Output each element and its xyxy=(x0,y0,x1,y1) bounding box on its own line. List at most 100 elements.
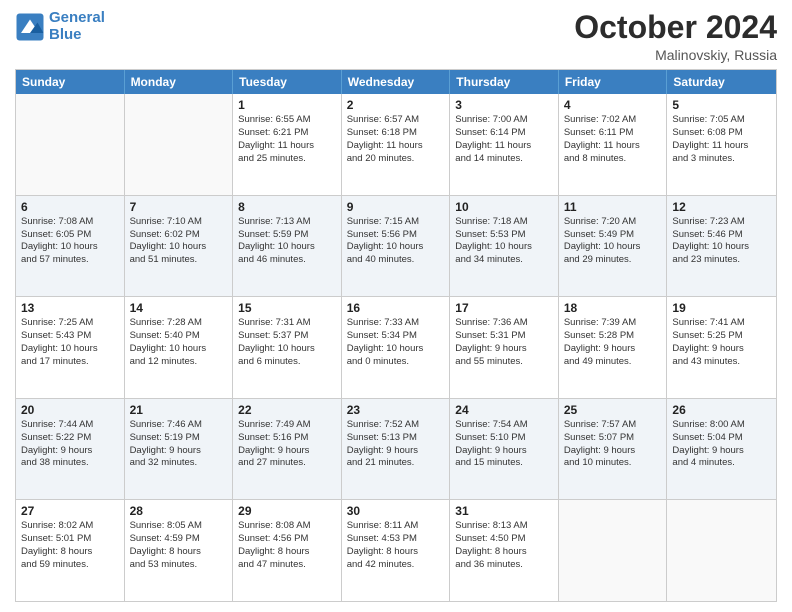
cal-cell-2-1: 14 Sunrise: 7:28 AM Sunset: 5:40 PM Dayli… xyxy=(125,297,234,398)
day-number: 6 xyxy=(21,200,119,214)
cal-cell-0-1 xyxy=(125,94,234,195)
day-number: 26 xyxy=(672,403,771,417)
day-number: 20 xyxy=(21,403,119,417)
weekday-header-saturday: Saturday xyxy=(667,70,776,94)
weekday-header-wednesday: Wednesday xyxy=(342,70,451,94)
day-number: 1 xyxy=(238,98,336,112)
calendar-row-4: 27Sunrise: 8:02 AM Sunset: 5:01 PM Dayli… xyxy=(16,499,776,601)
cal-cell-3-5: 25 Sunrise: 7:57 AM Sunset: 5:07 PM Dayli… xyxy=(559,399,668,500)
cal-cell-4-5 xyxy=(559,500,668,601)
day-detail: Sunrise: 7:23 AM Sunset: 5:46 PM Dayligh… xyxy=(672,216,771,267)
month-title: October 2024 xyxy=(574,10,777,45)
day-number: 10 xyxy=(455,200,553,214)
cal-cell-0-6: 5 Sunrise: 7:05 AM Sunset: 6:08 PM Daylig… xyxy=(667,94,776,195)
header: General Blue October 2024 Malinovskiy, R… xyxy=(15,10,777,63)
day-number: 31 xyxy=(455,504,553,518)
day-number: 7 xyxy=(130,200,228,214)
calendar-row-0: 1 Sunrise: 6:55 AM Sunset: 6:21 PM Daylig… xyxy=(16,94,776,195)
location: Malinovskiy, Russia xyxy=(574,47,777,63)
cal-cell-2-0: 13 Sunrise: 7:25 AM Sunset: 5:43 PM Dayli… xyxy=(16,297,125,398)
cal-cell-3-1: 21Sunrise: 7:46 AM Sunset: 5:19 PM Dayli… xyxy=(125,399,234,500)
calendar-row-2: 13 Sunrise: 7:25 AM Sunset: 5:43 PM Dayli… xyxy=(16,296,776,398)
cal-cell-4-4: 31Sunrise: 8:13 AM Sunset: 4:50 PM Dayli… xyxy=(450,500,559,601)
cal-cell-0-0 xyxy=(16,94,125,195)
day-number: 9 xyxy=(347,200,445,214)
day-number: 24 xyxy=(455,403,553,417)
day-number: 30 xyxy=(347,504,445,518)
day-detail: Sunrise: 6:55 AM Sunset: 6:21 PM Dayligh… xyxy=(238,114,336,165)
cal-cell-3-3: 23 Sunrise: 7:52 AM Sunset: 5:13 PM Dayli… xyxy=(342,399,451,500)
day-detail: Sunrise: 7:49 AM Sunset: 5:16 PM Dayligh… xyxy=(238,419,336,470)
logo: General Blue xyxy=(15,10,105,43)
day-number: 25 xyxy=(564,403,662,417)
cal-cell-1-0: 6 Sunrise: 7:08 AM Sunset: 6:05 PM Daylig… xyxy=(16,196,125,297)
cal-cell-2-3: 16 Sunrise: 7:33 AM Sunset: 5:34 PM Dayli… xyxy=(342,297,451,398)
day-detail: Sunrise: 6:57 AM Sunset: 6:18 PM Dayligh… xyxy=(347,114,445,165)
day-number: 17 xyxy=(455,301,553,315)
cal-cell-3-4: 24 Sunrise: 7:54 AM Sunset: 5:10 PM Dayli… xyxy=(450,399,559,500)
calendar-header: SundayMondayTuesdayWednesdayThursdayFrid… xyxy=(16,70,776,94)
day-detail: Sunrise: 7:54 AM Sunset: 5:10 PM Dayligh… xyxy=(455,419,553,470)
day-detail: Sunrise: 7:00 AM Sunset: 6:14 PM Dayligh… xyxy=(455,114,553,165)
day-detail: Sunrise: 7:39 AM Sunset: 5:28 PM Dayligh… xyxy=(564,317,662,368)
logo-icon xyxy=(15,12,45,42)
cal-cell-2-5: 18 Sunrise: 7:39 AM Sunset: 5:28 PM Dayli… xyxy=(559,297,668,398)
day-detail: Sunrise: 7:13 AM Sunset: 5:59 PM Dayligh… xyxy=(238,216,336,267)
day-detail: Sunrise: 7:15 AM Sunset: 5:56 PM Dayligh… xyxy=(347,216,445,267)
day-detail: Sunrise: 7:57 AM Sunset: 5:07 PM Dayligh… xyxy=(564,419,662,470)
cal-cell-1-3: 9 Sunrise: 7:15 AM Sunset: 5:56 PM Daylig… xyxy=(342,196,451,297)
day-detail: Sunrise: 7:10 AM Sunset: 6:02 PM Dayligh… xyxy=(130,216,228,267)
day-number: 13 xyxy=(21,301,119,315)
day-number: 15 xyxy=(238,301,336,315)
cal-cell-1-4: 10 Sunrise: 7:18 AM Sunset: 5:53 PM Dayli… xyxy=(450,196,559,297)
day-detail: Sunrise: 8:00 AM Sunset: 5:04 PM Dayligh… xyxy=(672,419,771,470)
cal-cell-3-6: 26 Sunrise: 8:00 AM Sunset: 5:04 PM Dayli… xyxy=(667,399,776,500)
page: General Blue October 2024 Malinovskiy, R… xyxy=(0,0,792,612)
logo-text: General Blue xyxy=(49,10,105,43)
day-detail: Sunrise: 7:05 AM Sunset: 6:08 PM Dayligh… xyxy=(672,114,771,165)
day-detail: Sunrise: 7:08 AM Sunset: 6:05 PM Dayligh… xyxy=(21,216,119,267)
calendar-row-3: 20Sunrise: 7:44 AM Sunset: 5:22 PM Dayli… xyxy=(16,398,776,500)
day-detail: Sunrise: 8:08 AM Sunset: 4:56 PM Dayligh… xyxy=(238,520,336,571)
cal-cell-2-4: 17Sunrise: 7:36 AM Sunset: 5:31 PM Dayli… xyxy=(450,297,559,398)
logo-line1: General xyxy=(49,9,105,26)
cal-cell-4-3: 30Sunrise: 8:11 AM Sunset: 4:53 PM Dayli… xyxy=(342,500,451,601)
day-number: 3 xyxy=(455,98,553,112)
title-block: October 2024 Malinovskiy, Russia xyxy=(574,10,777,63)
cal-cell-0-3: 2 Sunrise: 6:57 AM Sunset: 6:18 PM Daylig… xyxy=(342,94,451,195)
weekday-header-monday: Monday xyxy=(125,70,234,94)
day-detail: Sunrise: 7:33 AM Sunset: 5:34 PM Dayligh… xyxy=(347,317,445,368)
cal-cell-1-1: 7 Sunrise: 7:10 AM Sunset: 6:02 PM Daylig… xyxy=(125,196,234,297)
day-number: 2 xyxy=(347,98,445,112)
cal-cell-2-6: 19 Sunrise: 7:41 AM Sunset: 5:25 PM Dayli… xyxy=(667,297,776,398)
calendar: SundayMondayTuesdayWednesdayThursdayFrid… xyxy=(15,69,777,602)
day-number: 23 xyxy=(347,403,445,417)
cal-cell-2-2: 15Sunrise: 7:31 AM Sunset: 5:37 PM Dayli… xyxy=(233,297,342,398)
day-detail: Sunrise: 7:02 AM Sunset: 6:11 PM Dayligh… xyxy=(564,114,662,165)
cal-cell-1-2: 8Sunrise: 7:13 AM Sunset: 5:59 PM Daylig… xyxy=(233,196,342,297)
weekday-header-thursday: Thursday xyxy=(450,70,559,94)
cal-cell-0-5: 4 Sunrise: 7:02 AM Sunset: 6:11 PM Daylig… xyxy=(559,94,668,195)
day-number: 4 xyxy=(564,98,662,112)
day-detail: Sunrise: 7:25 AM Sunset: 5:43 PM Dayligh… xyxy=(21,317,119,368)
day-number: 18 xyxy=(564,301,662,315)
weekday-header-sunday: Sunday xyxy=(16,70,125,94)
cal-cell-3-2: 22Sunrise: 7:49 AM Sunset: 5:16 PM Dayli… xyxy=(233,399,342,500)
day-detail: Sunrise: 7:28 AM Sunset: 5:40 PM Dayligh… xyxy=(130,317,228,368)
cal-cell-1-6: 12 Sunrise: 7:23 AM Sunset: 5:46 PM Dayli… xyxy=(667,196,776,297)
day-number: 16 xyxy=(347,301,445,315)
cal-cell-0-2: 1 Sunrise: 6:55 AM Sunset: 6:21 PM Daylig… xyxy=(233,94,342,195)
day-number: 5 xyxy=(672,98,771,112)
cal-cell-4-0: 27Sunrise: 8:02 AM Sunset: 5:01 PM Dayli… xyxy=(16,500,125,601)
day-detail: Sunrise: 7:18 AM Sunset: 5:53 PM Dayligh… xyxy=(455,216,553,267)
day-number: 11 xyxy=(564,200,662,214)
day-detail: Sunrise: 7:41 AM Sunset: 5:25 PM Dayligh… xyxy=(672,317,771,368)
day-detail: Sunrise: 8:05 AM Sunset: 4:59 PM Dayligh… xyxy=(130,520,228,571)
day-number: 29 xyxy=(238,504,336,518)
cal-cell-1-5: 11Sunrise: 7:20 AM Sunset: 5:49 PM Dayli… xyxy=(559,196,668,297)
cal-cell-4-2: 29 Sunrise: 8:08 AM Sunset: 4:56 PM Dayli… xyxy=(233,500,342,601)
day-number: 14 xyxy=(130,301,228,315)
day-number: 19 xyxy=(672,301,771,315)
day-number: 12 xyxy=(672,200,771,214)
day-detail: Sunrise: 7:52 AM Sunset: 5:13 PM Dayligh… xyxy=(347,419,445,470)
